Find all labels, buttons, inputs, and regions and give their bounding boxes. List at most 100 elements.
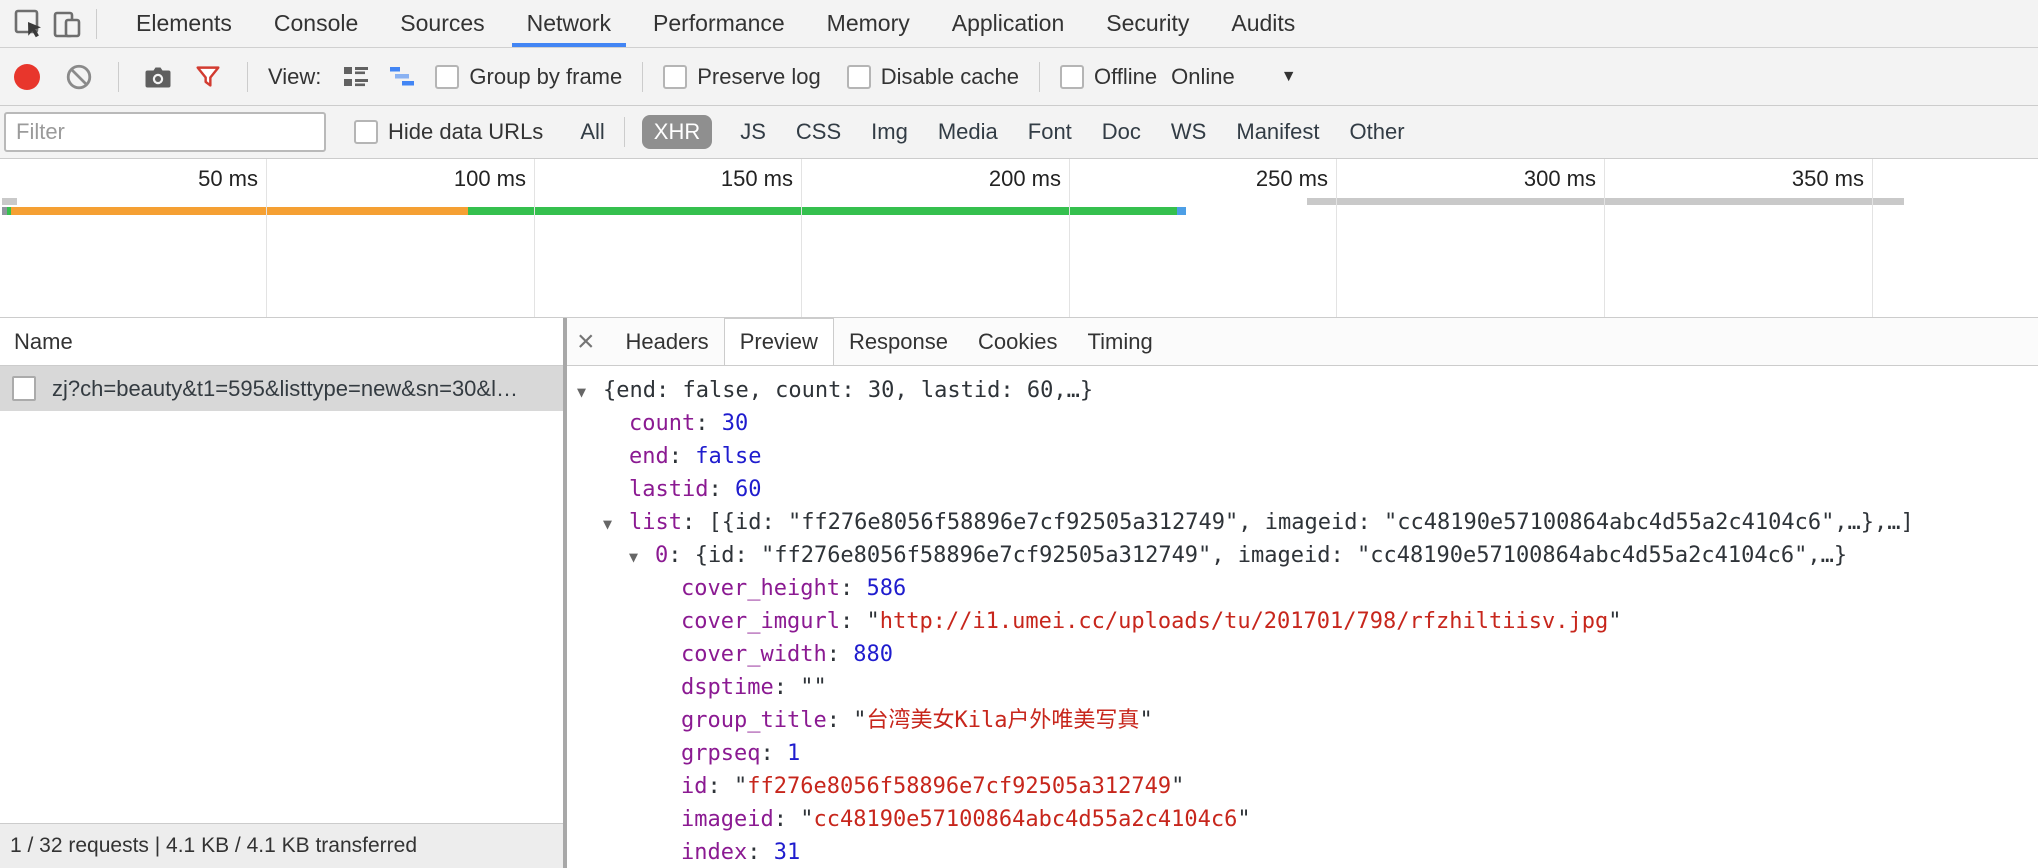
throttling-select[interactable]: Online — [1171, 64, 1235, 90]
type-filter-css[interactable]: CSS — [794, 115, 843, 149]
hide-data-urls-label: Hide data URLs — [388, 119, 543, 145]
ruler-gridline — [1336, 159, 1337, 317]
preview-tree-line[interactable]: ▼0: {id: "ff276e8056f58896e7cf92505a3127… — [567, 539, 2038, 572]
preview-tree-line[interactable]: count: 30 — [567, 407, 2038, 440]
type-filter-xhr[interactable]: XHR — [642, 115, 712, 149]
divider — [96, 9, 97, 39]
json-token-key: imageid — [681, 807, 774, 832]
json-token-plain: : — [669, 444, 696, 469]
detail-tab-cookies[interactable]: Cookies — [963, 318, 1072, 365]
detail-tab-strip: × HeadersPreviewResponseCookiesTiming — [567, 318, 2038, 366]
preview-tree-line[interactable]: id: "ff276e8056f58896e7cf92505a312749" — [567, 770, 2038, 803]
type-filter-font[interactable]: Font — [1026, 115, 1074, 149]
type-filter-other[interactable]: Other — [1348, 115, 1407, 149]
json-token-plain: : " — [827, 708, 867, 733]
ruler-gridline — [801, 159, 802, 317]
json-token-plain: " — [1608, 609, 1621, 634]
json-token-plain: : " — [774, 807, 814, 832]
type-filter-manifest[interactable]: Manifest — [1234, 115, 1321, 149]
type-filter-all[interactable]: All — [578, 115, 606, 149]
preview-tree-line[interactable]: imageid: "cc48190e57100864abc4d55a2c4104… — [567, 803, 2038, 836]
preview-tree-line[interactable]: dsptime: "" — [567, 671, 2038, 704]
main-tab-sources[interactable]: Sources — [399, 0, 485, 47]
inspect-element-button[interactable] — [10, 5, 48, 43]
json-token-plain: : " — [840, 609, 880, 634]
throttling-caret-icon[interactable]: ▼ — [1281, 68, 1297, 86]
disable-cache-checkbox[interactable]: Disable cache — [847, 64, 1019, 90]
request-row[interactable]: zj?ch=beauty&t1=595&listtype=new&sn=30&l… — [0, 366, 563, 411]
preview-tree-line[interactable]: cover_width: 880 — [567, 638, 2038, 671]
json-token-plain: : " — [708, 774, 748, 799]
main-tab-console[interactable]: Console — [273, 0, 359, 47]
type-filter-js[interactable]: JS — [738, 115, 768, 149]
large-request-rows-icon — [340, 61, 372, 93]
type-filter-media[interactable]: Media — [936, 115, 1000, 149]
offline-label: Offline — [1094, 64, 1157, 90]
record-button[interactable] — [8, 58, 46, 96]
preserve-log-label: Preserve log — [697, 64, 821, 90]
detail-tab-timing[interactable]: Timing — [1073, 318, 1168, 365]
preview-tree-line[interactable]: cover_height: 586 — [567, 572, 2038, 605]
main-tab-audits[interactable]: Audits — [1230, 0, 1296, 47]
divider — [1039, 62, 1040, 92]
type-filter-ws[interactable]: WS — [1169, 115, 1208, 149]
requests-summary: 1 / 32 requests | 4.1 KB / 4.1 KB transf… — [0, 823, 563, 868]
preview-tree-line[interactable]: lastid: 60 — [567, 473, 2038, 506]
main-tab-elements[interactable]: Elements — [135, 0, 233, 47]
close-icon[interactable]: × — [577, 318, 595, 365]
preserve-log-checkbox[interactable]: Preserve log — [663, 64, 821, 90]
main-tab-application[interactable]: Application — [951, 0, 1066, 47]
json-preview-tree: ▼{end: false, count: 30, lastid: 60,…}co… — [567, 366, 2038, 868]
preview-tree-line[interactable]: ▼{end: false, count: 30, lastid: 60,…} — [567, 374, 2038, 407]
json-token-str: ff276e8056f58896e7cf92505a312749 — [747, 774, 1171, 799]
json-token-key: count — [629, 411, 695, 436]
checkbox-icon — [354, 120, 378, 144]
show-overview-button[interactable] — [383, 58, 421, 96]
checkbox-icon — [435, 65, 459, 89]
main-tab-performance[interactable]: Performance — [652, 0, 786, 47]
checkbox-icon — [663, 65, 687, 89]
checkbox-icon — [847, 65, 871, 89]
clear-icon — [64, 62, 94, 92]
offline-checkbox[interactable]: Offline — [1060, 64, 1157, 90]
disclosure-triangle-icon[interactable]: ▼ — [577, 376, 603, 409]
json-token-num: 880 — [853, 642, 893, 667]
preview-tree-line[interactable]: group_title: "台湾美女Kila户外唯美写真" — [567, 704, 2038, 737]
preview-tree-line[interactable]: ▼list: [{id: "ff276e8056f58896e7cf92505a… — [567, 506, 2038, 539]
device-toolbar-button[interactable] — [48, 5, 86, 43]
preview-tree-line[interactable]: grpseq: 1 — [567, 737, 2038, 770]
divider — [642, 62, 643, 92]
filter-input[interactable] — [4, 112, 326, 152]
devtools-tabbar: Elements Console Sources Network Performance… — [0, 0, 2038, 48]
timeline-overview[interactable]: 50 ms100 ms150 ms200 ms250 ms300 ms350 m… — [0, 159, 2038, 318]
detail-tab-headers[interactable]: Headers — [611, 318, 724, 365]
preview-tree-line[interactable]: index: 31 — [567, 836, 2038, 868]
large-request-rows-button[interactable] — [337, 58, 375, 96]
main-tab-network[interactable]: Network — [526, 0, 612, 47]
filter-bar: Hide data URLs All XHR JS CSS Img Media Font Do… — [0, 106, 2038, 159]
screenshot-capture-button[interactable] — [139, 58, 177, 96]
view-label: View: — [268, 64, 321, 90]
detail-tab-preview[interactable]: Preview — [724, 318, 834, 365]
type-filter-img[interactable]: Img — [869, 115, 910, 149]
json-token-plain: : {id: "ff276e8056f58896e7cf92505a312749… — [668, 543, 1847, 568]
preview-tree-line[interactable]: end: false — [567, 440, 2038, 473]
main-tab-memory[interactable]: Memory — [826, 0, 911, 47]
json-token-num: 60 — [735, 477, 762, 502]
hide-data-urls-checkbox[interactable]: Hide data URLs — [354, 119, 543, 145]
preview-tree-line[interactable]: cover_imgurl: "http://i1.umei.cc/uploads… — [567, 605, 2038, 638]
filter-toggle-button[interactable] — [189, 58, 227, 96]
disclosure-triangle-icon[interactable]: ▼ — [603, 508, 629, 541]
type-filter-doc[interactable]: Doc — [1100, 115, 1143, 149]
name-column-header[interactable]: Name — [0, 318, 563, 366]
overview-selected-request-bar — [2, 207, 1186, 215]
json-token-plain: " — [1171, 774, 1184, 799]
divider — [118, 62, 119, 92]
json-token-num: 31 — [774, 840, 801, 865]
ruler-tick-label: 100 ms — [454, 166, 526, 192]
detail-tab-response[interactable]: Response — [834, 318, 963, 365]
group-by-frame-checkbox[interactable]: Group by frame — [435, 64, 622, 90]
clear-button[interactable] — [60, 58, 98, 96]
disclosure-triangle-icon[interactable]: ▼ — [629, 541, 655, 574]
main-tab-security[interactable]: Security — [1105, 0, 1190, 47]
